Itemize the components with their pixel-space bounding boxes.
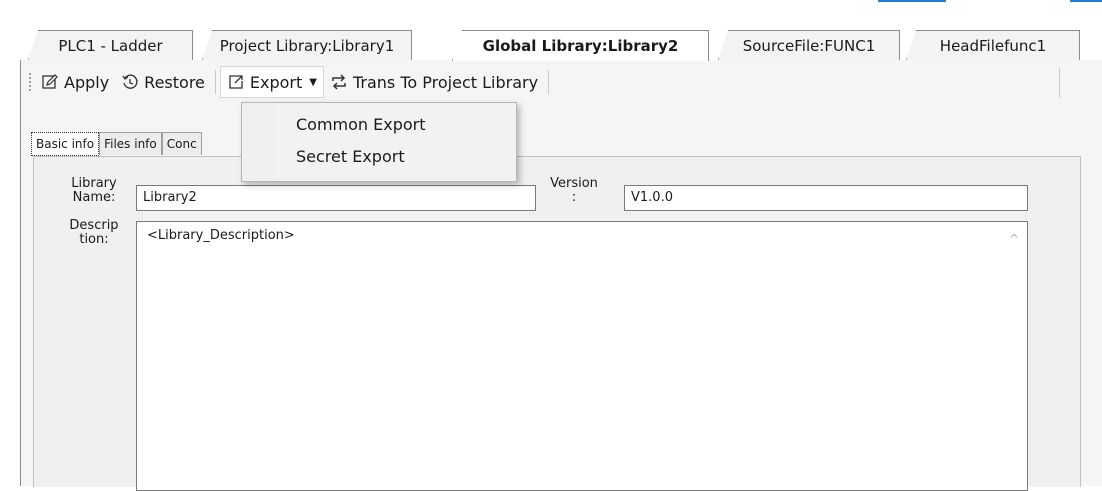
restore-label: Restore: [144, 72, 205, 92]
tab-basic-info[interactable]: Basic info: [31, 132, 100, 156]
menu-item-secret-export[interactable]: Secret Export: [296, 143, 405, 171]
tab-files-info[interactable]: Files info: [99, 132, 162, 155]
export-icon: [229, 75, 243, 89]
trans-to-project-library-button[interactable]: Trans To Project Library: [324, 67, 544, 97]
library-name-label-line2: Name:: [72, 190, 116, 205]
basic-info-content: Library Name: Library2 Version : V1.0.0 …: [33, 156, 1081, 491]
library-name-label-line1: Library: [71, 176, 117, 191]
scroll-up-icon[interactable]: ^: [1009, 232, 1019, 246]
description-label-line2: tion:: [79, 232, 109, 247]
tab-global-library[interactable]: Global Library:Library2: [452, 30, 709, 61]
info-tab-strip: Basic info Files info Conc: [31, 132, 202, 156]
export-button[interactable]: Export ▼: [219, 66, 324, 98]
menu-item-common-export[interactable]: Common Export: [296, 111, 426, 139]
toolbar: Apply Restore Export ▼ Trans To Project …: [21, 60, 1061, 104]
trans-label: Trans To Project Library: [352, 72, 539, 92]
tab-conc[interactable]: Conc: [161, 132, 202, 155]
library-name-field[interactable]: Library2: [136, 185, 536, 211]
sync-icon: [332, 74, 346, 90]
top-accent-line-left: [878, 0, 946, 2]
tab-project-library[interactable]: Project Library:Library1: [202, 30, 412, 60]
apply-button[interactable]: Apply: [35, 67, 115, 97]
description-label-line1: Descrip: [69, 218, 119, 233]
description-text: <Library_Description>: [147, 228, 295, 243]
version-field[interactable]: V1.0.0: [624, 185, 1028, 211]
description-field[interactable]: <Library_Description> ^: [136, 221, 1028, 491]
version-label: Version :: [542, 177, 606, 205]
version-label-line1: Version: [550, 176, 598, 191]
menu-gutter: [242, 103, 276, 181]
library-panel: Apply Restore Export ▼ Trans To Project …: [20, 60, 1102, 491]
toolbar-right-divider: [1059, 68, 1060, 98]
library-name-label: Library Name:: [62, 177, 126, 205]
document-tab-strip: PLC1 - Ladder Project Library:Library1 G…: [28, 30, 1102, 61]
apply-label: Apply: [64, 72, 110, 92]
tab-plc1-ladder[interactable]: PLC1 - Ladder: [28, 30, 193, 60]
edit-icon: [42, 74, 58, 89]
tab-headfile[interactable]: HeadFilefunc1: [906, 30, 1080, 60]
top-accent-line-right: [1070, 0, 1102, 2]
editor-frame: PLC1 - Ladder Project Library:Library1 G…: [20, 22, 1102, 491]
export-dropdown-menu: Common Export Secret Export: [241, 102, 517, 182]
toolbar-separator: [214, 70, 216, 94]
export-label: Export: [249, 72, 303, 92]
version-label-line2: :: [571, 190, 577, 205]
tab-sourcefile[interactable]: SourceFile:FUNC1: [718, 30, 900, 60]
restore-button[interactable]: Restore: [115, 67, 211, 97]
toolbar-separator-end: [548, 70, 550, 94]
chevron-down-icon: ▼: [309, 76, 317, 88]
description-label: Descrip tion:: [62, 219, 126, 247]
restore-icon: [122, 74, 138, 89]
